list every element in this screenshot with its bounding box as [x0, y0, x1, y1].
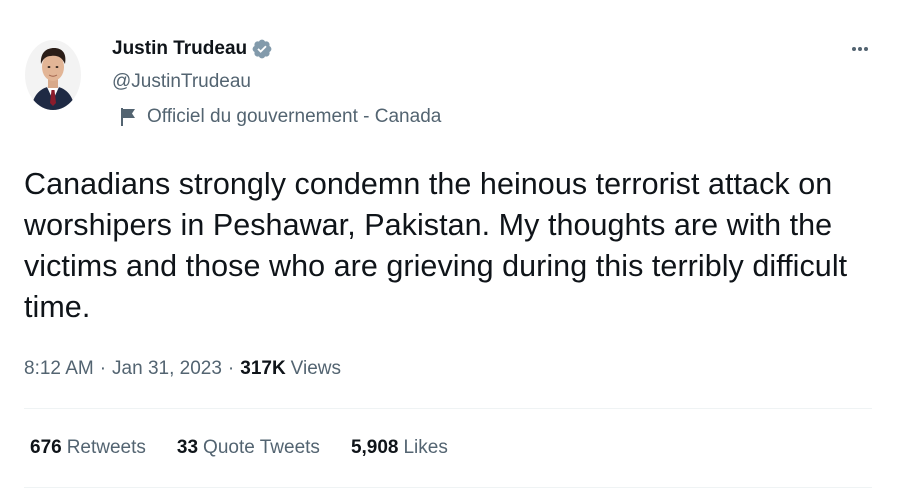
verified-badge-icon[interactable]: [251, 38, 273, 60]
tweet-text: Canadians strongly condemn the heinous t…: [24, 167, 848, 324]
tweet-time[interactable]: 8:12 AM: [24, 358, 94, 380]
more-options-icon[interactable]: [847, 36, 873, 62]
avatar-image: [25, 40, 81, 110]
likes-count: 5,908: [350, 437, 399, 458]
tweet-date[interactable]: Jan 31, 2023: [112, 358, 222, 380]
views-label: Views: [290, 358, 342, 379]
likes-stat[interactable]: 5,908 Likes: [351, 437, 448, 459]
likes-label: Likes: [403, 437, 448, 458]
meta-separator: ·: [227, 358, 235, 379]
quote-tweets-stat[interactable]: 33 Quote Tweets: [177, 437, 320, 459]
meta-separator: ·: [99, 358, 107, 379]
tweet-metadata: 8:12 AM · Jan 31, 2023 · 317K Views: [24, 358, 341, 380]
avatar[interactable]: [25, 40, 81, 110]
engagement-stats: 676 Retweets 33 Quote Tweets 5,908 Likes: [30, 437, 479, 459]
tweet-card: Justin Trudeau @JustinTrudeau Officiel d…: [0, 0, 901, 493]
quote-tweets-count: 33: [176, 437, 199, 458]
divider: [24, 487, 872, 488]
views-count: 317K: [240, 358, 286, 379]
author-name-row: Justin Trudeau: [112, 38, 273, 60]
quote-tweets-label: Quote Tweets: [203, 437, 320, 458]
government-affiliation: Officiel du gouvernement - Canada: [120, 106, 441, 128]
government-flag-icon: [120, 107, 138, 127]
retweets-stat[interactable]: 676 Retweets: [30, 437, 146, 459]
divider: [24, 408, 872, 409]
retweets-count: 676: [30, 437, 62, 458]
author-handle[interactable]: @JustinTrudeau: [112, 71, 251, 93]
retweets-label: Retweets: [66, 437, 146, 458]
government-label[interactable]: Officiel du gouvernement - Canada: [147, 106, 441, 128]
author-name[interactable]: Justin Trudeau: [112, 38, 247, 60]
